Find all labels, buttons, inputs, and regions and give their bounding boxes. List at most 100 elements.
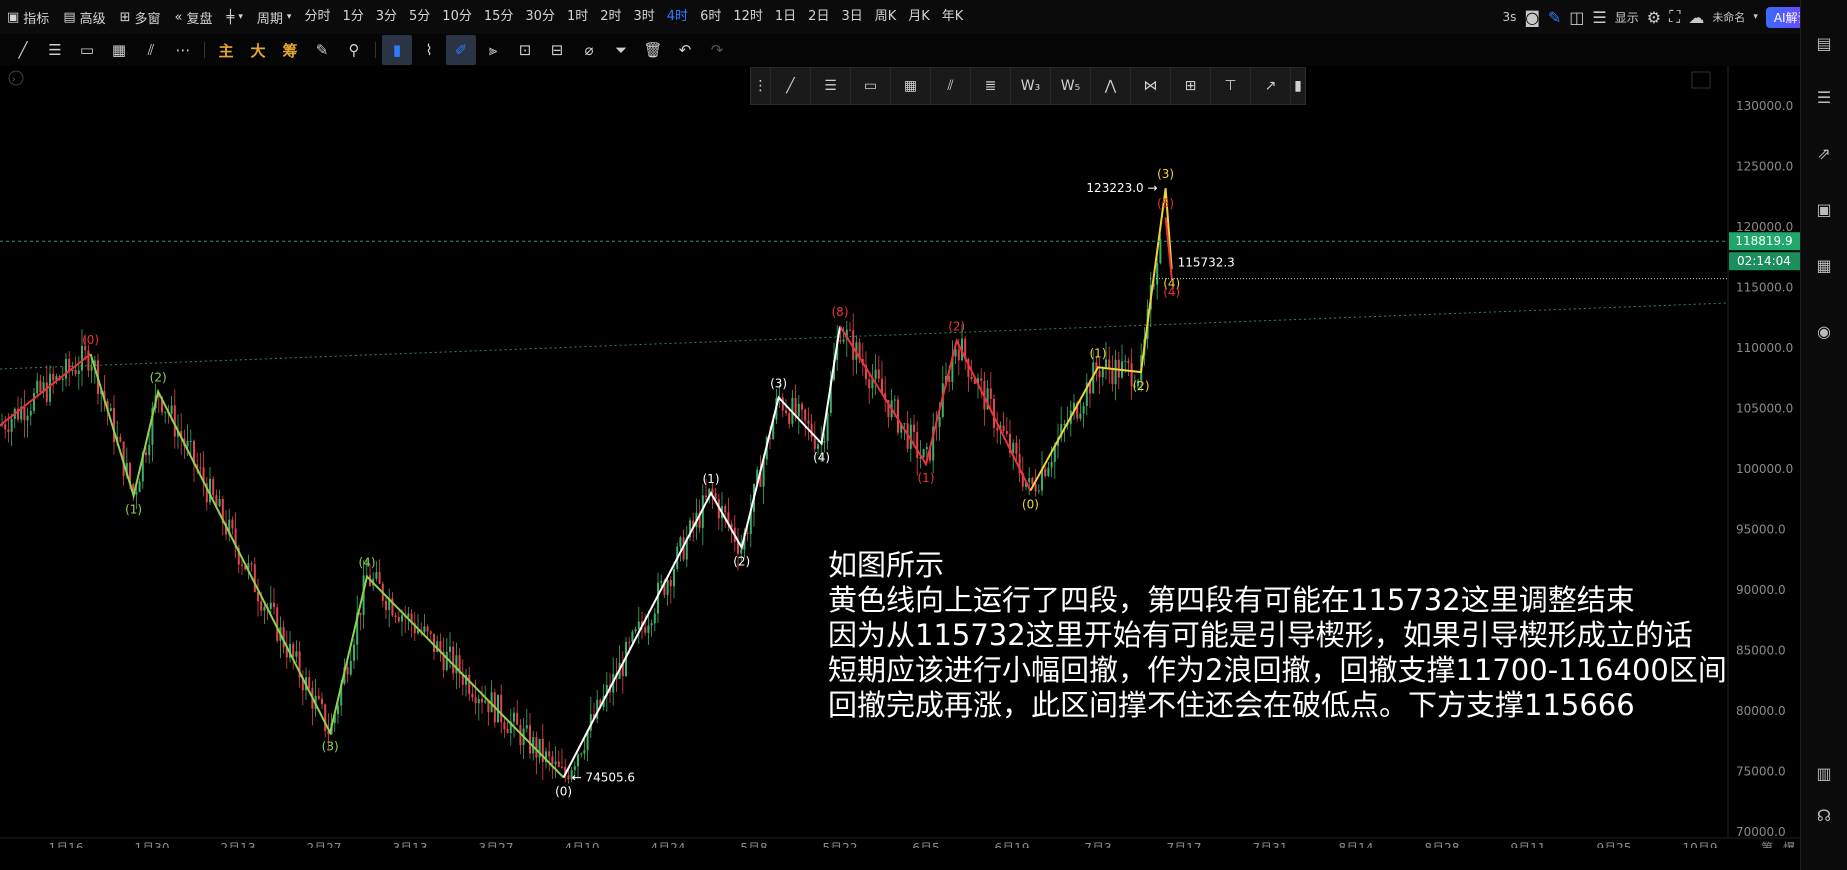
draw-mode-icon[interactable]: ✐ [446, 35, 476, 65]
trend-icon[interactable]: ⇗ [1813, 144, 1835, 166]
candle-body [503, 722, 506, 730]
period-tab[interactable]: 2日 [802, 0, 835, 34]
interval-label[interactable]: 3s [1502, 10, 1516, 24]
edit-tool-icon[interactable]: ✎ [307, 35, 337, 65]
brush-tool-icon[interactable]: ⚲ [339, 35, 369, 65]
candle-body [1047, 467, 1050, 477]
axis-corner-label[interactable]: 爆 [1783, 841, 1795, 848]
collapse-bar-icon[interactable]: ▮ [1291, 68, 1305, 104]
period-tab[interactable]: 1分 [336, 0, 369, 34]
frame-tool-icon[interactable]: ⊞ [1171, 68, 1211, 104]
layout-icon[interactable]: ▥ [1813, 764, 1835, 786]
period-tab[interactable]: 1时 [561, 0, 594, 34]
compare-tool-icon[interactable]: ⫸ [478, 35, 508, 65]
measure-tool-icon[interactable]: ▦ [891, 68, 931, 104]
y-tick-label: 80000.0 [1736, 704, 1786, 718]
period-tab[interactable]: 周K [869, 0, 903, 34]
display-button[interactable]: 显示 [1615, 9, 1639, 26]
range-tool-icon[interactable]: ⊤ [1211, 68, 1251, 104]
more-tools-icon[interactable]: ⋯ [168, 35, 198, 65]
settings-icon[interactable]: ⚙ [1647, 8, 1661, 27]
note-line: 短期应该进行小幅回撤，作为2浪回撤，回撤支撑11700-116400区间 [828, 653, 1727, 687]
magnet-tool-icon[interactable]: ⌀ [574, 35, 604, 65]
candle-body [241, 564, 243, 566]
headset-icon[interactable]: ☊ [1813, 806, 1835, 828]
period-tab[interactable]: 6时 [694, 0, 727, 34]
camera-icon[interactable]: ◙ [1524, 8, 1540, 27]
candle-body [484, 700, 487, 703]
candle-body [218, 498, 221, 507]
period-tab[interactable]: 月K [902, 0, 936, 34]
xabcd-tool-icon[interactable]: ⋈ [1131, 68, 1171, 104]
layout-icon[interactable]: ◫ [1569, 8, 1584, 27]
calendar-icon[interactable]: ▦ [1813, 256, 1835, 278]
period-tab[interactable]: 年K [936, 0, 970, 34]
period-tab[interactable]: 3时 [628, 0, 661, 34]
period-tab[interactable]: 5分 [403, 0, 436, 34]
main-force-tool[interactable]: 主 [211, 35, 241, 65]
replay-button[interactable]: « 复盘 [168, 0, 220, 34]
period-tab[interactable]: 30分 [519, 0, 561, 34]
wave5-tool-icon[interactable]: W₅ [1051, 68, 1091, 104]
candle-body [359, 612, 362, 616]
undo-icon[interactable]: ↶ [670, 35, 700, 65]
wave-label: (0) [1022, 498, 1039, 512]
indicator-label: 指标 [23, 11, 50, 27]
wave-label: (1) [703, 472, 720, 486]
chips-tool[interactable]: 筹 [275, 35, 305, 65]
arrow-tool-icon[interactable]: ↗ [1251, 68, 1291, 104]
horizontal-line-tool-icon[interactable]: ☰ [40, 35, 70, 65]
measure-tool-icon[interactable]: ▦ [104, 35, 134, 65]
redo-icon[interactable]: ↷ [702, 35, 732, 65]
period-tab[interactable]: 1日 [769, 0, 802, 34]
multiwindow-button[interactable]: ⊞ 多窗 [113, 0, 168, 34]
rectangle-tool-icon[interactable]: ▭ [72, 35, 102, 65]
candle-body [1063, 423, 1066, 425]
period-tab[interactable]: 15分 [478, 0, 520, 34]
advanced-button[interactable]: ▤ 高级 [56, 0, 112, 34]
trash-icon[interactable]: 🗑 [638, 35, 668, 65]
gauge-icon[interactable]: ◉ [1813, 322, 1835, 344]
trendline-tool-icon[interactable]: ╱ [8, 35, 38, 65]
candle-body [481, 698, 483, 703]
drag-handle-icon[interactable]: ⋮ [751, 68, 771, 104]
line-tool-icon[interactable]: ╱ [771, 68, 811, 104]
period-tab[interactable]: 分时 [298, 0, 336, 34]
parallel-tool-icon[interactable]: ☰ [811, 68, 851, 104]
pattern-tool-icon[interactable]: ⋀ [1091, 68, 1131, 104]
fib-tool-icon[interactable]: ⫽ [931, 68, 971, 104]
candle-body [561, 766, 563, 768]
period-tab[interactable]: 3日 [835, 0, 868, 34]
indicator-button[interactable]: ▣ 指标 [0, 0, 56, 34]
period-tab[interactable]: 12时 [727, 0, 769, 34]
notes-icon[interactable]: ▤ [1813, 34, 1835, 56]
period-tab[interactable]: 3分 [370, 0, 403, 34]
cloud-name[interactable]: 未命名 [1712, 9, 1745, 25]
candle-body [788, 413, 791, 424]
rectangle-tool-icon[interactable]: ▭ [851, 68, 891, 104]
price-chart[interactable]: › (0) (1) (2) (3) (4) (0) (1) (2) (3) (4) (8) (1) (2… [0, 66, 1800, 848]
period-tab[interactable]: 10分 [436, 0, 478, 34]
chart-type-button[interactable]: ╪ ▾ [220, 0, 250, 34]
ruler-tool-icon[interactable]: ⌇ [414, 35, 444, 65]
candle-body [1111, 369, 1114, 385]
bookmark-tool-icon[interactable]: ▮ [382, 35, 412, 65]
list-icon[interactable]: ☰ [1592, 8, 1606, 27]
fib-tool-icon[interactable]: ⫽ [136, 35, 166, 65]
candle-body [426, 626, 429, 632]
period-tab[interactable]: 2时 [594, 0, 627, 34]
template-tool-icon[interactable]: ⊟ [542, 35, 572, 65]
list-icon[interactable]: ☰ [1813, 88, 1835, 110]
period-dropdown[interactable]: 周期 ▾ [250, 0, 299, 34]
fullscreen-icon[interactable]: ⛶ [1669, 7, 1680, 27]
big-order-tool[interactable]: 大 [243, 35, 273, 65]
filter-tool-icon[interactable]: ⏷ [606, 35, 636, 65]
pen-icon[interactable]: ✎ [1548, 8, 1561, 27]
lock-tool-icon[interactable]: ⊡ [510, 35, 540, 65]
wave3-tool-icon[interactable]: W₃ [1011, 68, 1051, 104]
period-tab[interactable]: 4时 [661, 0, 694, 34]
fib-levels-icon[interactable]: ≣ [971, 68, 1011, 104]
axis-corner-label[interactable]: 第 [1761, 841, 1773, 848]
wave-label: (0) [555, 784, 572, 798]
chart-icon[interactable]: ▣ [1813, 200, 1835, 222]
